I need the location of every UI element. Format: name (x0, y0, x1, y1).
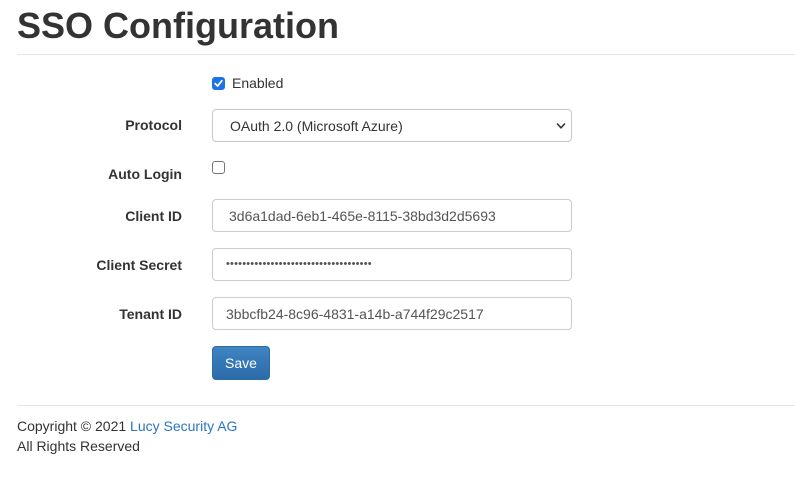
title-divider (17, 54, 795, 55)
sso-configuration-page: SSO Configuration Enabled Protocol OAuth… (0, 0, 795, 500)
chevron-down-icon (556, 123, 566, 129)
protocol-select[interactable]: OAuth 2.0 (Microsoft Azure) (212, 109, 572, 142)
tenant-id-label: Tenant ID (119, 306, 182, 322)
client-id-input[interactable]: 3d6a1dad-6eb1-465e-8115-38bd3d2d5693 (212, 199, 572, 232)
auto-login-checkbox[interactable] (212, 161, 225, 174)
page-title: SSO Configuration (17, 5, 339, 46)
client-secret-value: •••••••••••••••••••••••••••••••••••• (226, 258, 372, 270)
footer-rights: All Rights Reserved (17, 438, 140, 454)
check-icon (214, 79, 223, 87)
client-id-value: 3d6a1dad-6eb1-465e-8115-38bd3d2d5693 (229, 208, 496, 224)
footer-copyright: Copyright © 2021 Lucy Security AG (17, 416, 237, 436)
tenant-id-value: 3bbcfb24-8c96-4831-a14b-a744f29c2517 (226, 306, 484, 322)
enabled-checkbox[interactable] (212, 77, 225, 90)
auto-login-label: Auto Login (108, 166, 182, 182)
enabled-label[interactable]: Enabled (232, 73, 283, 93)
client-id-label: Client ID (125, 208, 182, 224)
tenant-id-input[interactable]: 3bbcfb24-8c96-4831-a14b-a744f29c2517 (212, 297, 572, 330)
protocol-select-value: OAuth 2.0 (Microsoft Azure) (230, 118, 403, 134)
client-secret-input[interactable]: •••••••••••••••••••••••••••••••••••• (212, 248, 572, 281)
protocol-label: Protocol (125, 117, 182, 133)
copyright-text: Copyright © 2021 (17, 418, 131, 434)
company-link[interactable]: Lucy Security AG (130, 418, 237, 434)
footer-divider (17, 405, 795, 406)
save-button[interactable]: Save (212, 346, 270, 380)
client-secret-label: Client Secret (96, 257, 182, 273)
